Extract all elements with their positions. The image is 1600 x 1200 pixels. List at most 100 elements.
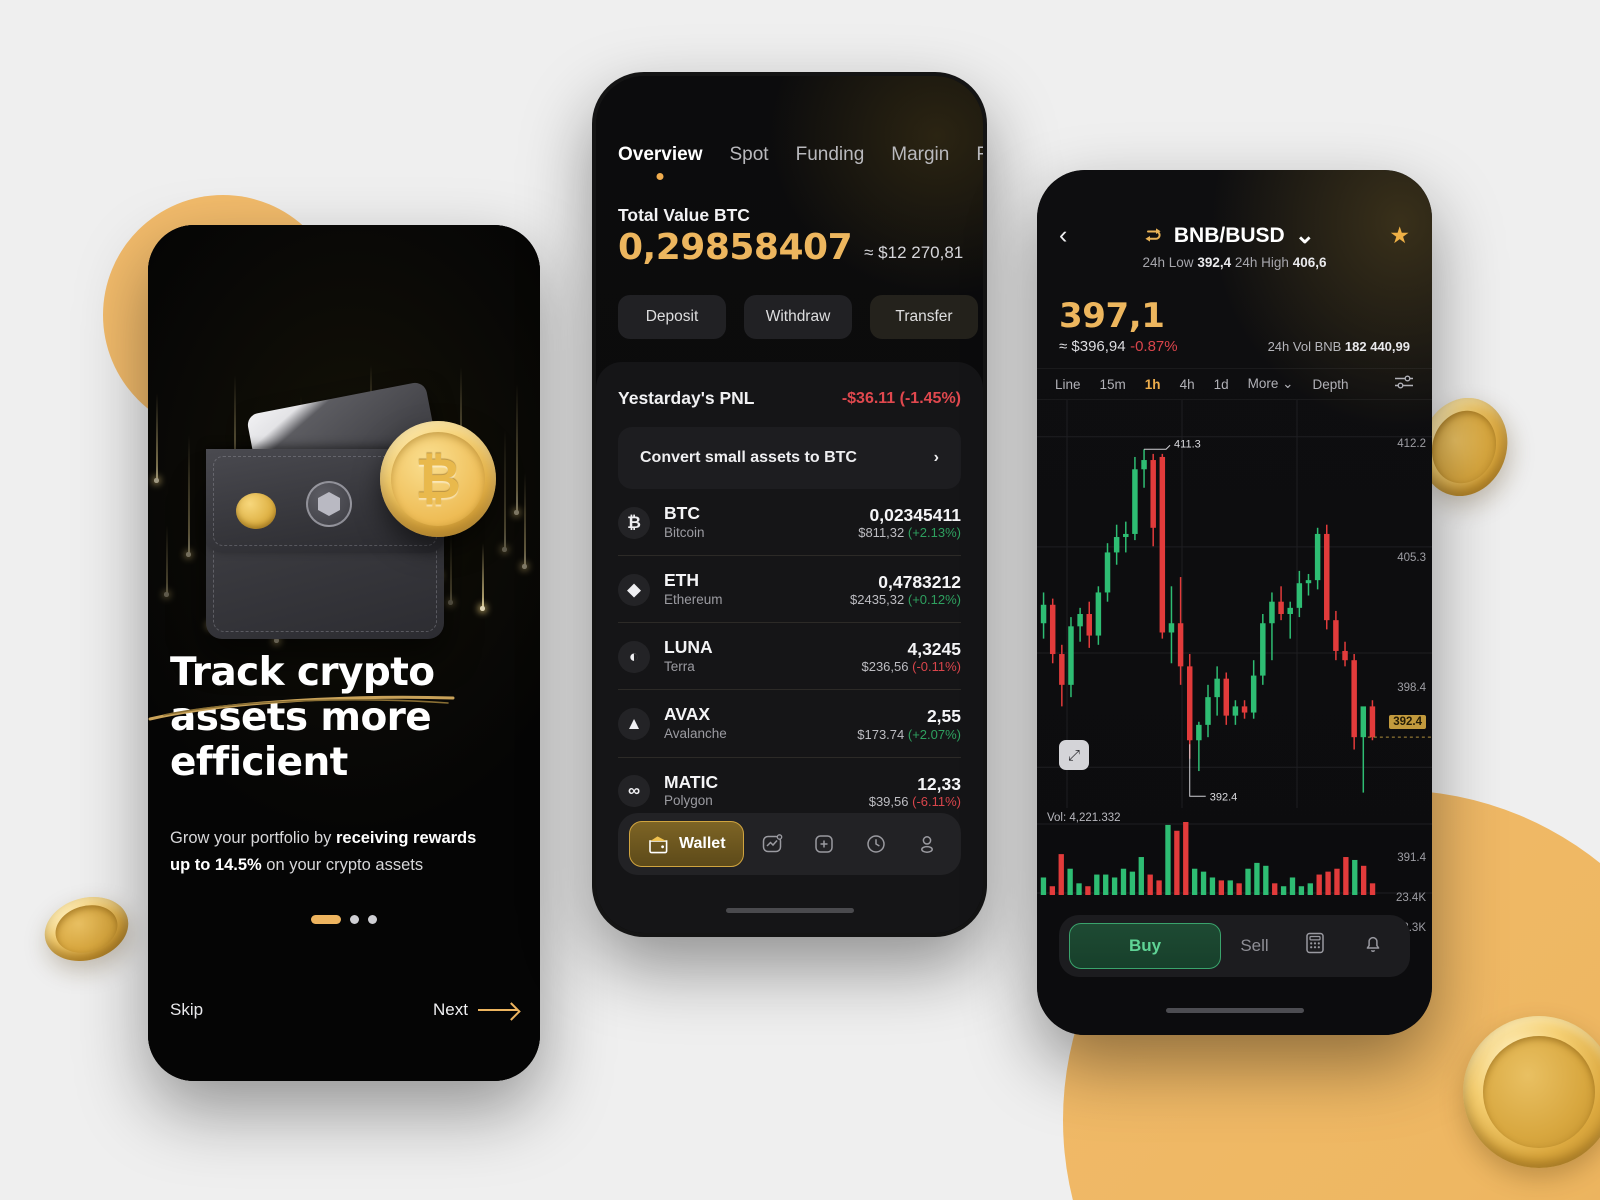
buy-button[interactable]: Buy [1069, 923, 1221, 969]
asset-fiat-value: $2435,32 [850, 592, 905, 608]
favorite-star-icon[interactable]: ★ [1389, 222, 1410, 249]
onboarding-phone: ₿ Track crypto assets more efficient Gro… [148, 225, 540, 1081]
alert-button[interactable] [1346, 931, 1400, 961]
pair-label: BNB/BUSD [1173, 223, 1285, 247]
skip-button[interactable]: Skip [170, 1000, 203, 1020]
asset-name: Ethereum [664, 591, 723, 607]
timeframe-15m[interactable]: 15m [1100, 377, 1126, 392]
volume-readout: Vol: 4,221.332 [1047, 812, 1121, 824]
transfer-button[interactable]: Transfer [870, 295, 978, 339]
nav-item-markets[interactable] [750, 832, 796, 856]
asset-row[interactable]: ▲ AVAX Avalanche 2,55 $173.74 (+2.07%) [618, 690, 961, 758]
chart-icon [763, 834, 783, 853]
asset-name: Bitcoin [664, 524, 705, 540]
tab-funding[interactable]: Funding [796, 144, 865, 166]
timeframe-1d[interactable]: 1d [1214, 377, 1229, 392]
trading-phone: ‹ BNB/BUSD ⌄ ★ 24h Low 392,4 24h High 40… [1037, 170, 1432, 1035]
withdraw-button[interactable]: Withdraw [744, 295, 852, 339]
wallet-tab-bar: Overview Spot Funding Margin Futur [618, 144, 983, 166]
chevron-right-icon: › [933, 449, 939, 466]
volume-label: 24h Vol BNB [1267, 339, 1342, 355]
timeframe-4h[interactable]: 4h [1180, 377, 1195, 392]
asset-names: ETH Ethereum [664, 571, 836, 608]
volume-chart [1037, 810, 1432, 915]
pagination-dot-1[interactable] [311, 915, 341, 924]
sell-button[interactable]: Sell [1225, 936, 1284, 956]
bell-icon [1366, 936, 1380, 952]
candlestick-chart[interactable]: 411.3 392.4 [1037, 400, 1432, 808]
tab-label: Overview [618, 144, 703, 165]
timeframe-depth[interactable]: Depth [1312, 377, 1348, 392]
svg-text:411.3: 411.3 [1174, 438, 1201, 450]
chart-settings-button[interactable] [1394, 374, 1414, 395]
asset-row[interactable]: ◆ ETH Ethereum 0,4783212 $2435,32 (+0.12%) [618, 556, 961, 624]
timeframe-more[interactable]: More ⌄ [1248, 376, 1294, 392]
asset-symbol: BTC [664, 503, 700, 523]
svg-text:392.4: 392.4 [1210, 791, 1238, 803]
asset-symbol: AVAX [664, 704, 711, 725]
spark-icon [522, 473, 527, 569]
subtitle-post: on your crypto assets [261, 855, 424, 874]
asset-values: 0,4783212 $2435,32 (+0.12%) [850, 572, 961, 607]
timeframe-line[interactable]: Line [1055, 377, 1081, 392]
asset-fiat: $2435,32 (+0.12%) [850, 592, 961, 607]
asset-symbol: ETH [664, 570, 699, 591]
pagination-dot-2[interactable] [350, 915, 359, 924]
tab-spot[interactable]: Spot [730, 144, 769, 166]
decor-coin-left [37, 887, 136, 971]
asset-row[interactable]: ₿ BTC Bitcoin 0,02345411 $811,32 (+2.13%) [618, 489, 961, 557]
calculator-icon [1306, 932, 1324, 954]
tab-overview[interactable]: Overview [618, 144, 703, 166]
swap-icon [1145, 227, 1161, 242]
spark-icon [186, 435, 191, 557]
spark-icon [154, 393, 159, 483]
tab-margin[interactable]: Margin [891, 144, 949, 166]
tab-futur[interactable]: Futur [976, 144, 983, 166]
back-button[interactable]: ‹ [1059, 223, 1067, 248]
fullscreen-expand-button[interactable]: ⤢ [1059, 740, 1089, 770]
nav-item-history[interactable] [853, 832, 899, 856]
asset-row[interactable]: ◐ LUNA Terra 4,3245 $236,56 (-0.11%) [618, 623, 961, 691]
chevron-down-icon: ⌄ [1294, 221, 1315, 249]
clock-icon [866, 835, 885, 853]
asset-amount: 0,02345411 [869, 505, 962, 525]
nav-item-profile[interactable] [904, 832, 950, 856]
arrow-right-icon [478, 1009, 518, 1011]
low-value: 392,4 [1197, 255, 1232, 270]
onboarding-subtitle: Grow your portfolio by receiving rewards… [170, 825, 500, 878]
asset-fiat: $236,56 (-0.11%) [861, 659, 961, 674]
asset-list: ₿ BTC Bitcoin 0,02345411 $811,32 (+2.13%) ◆ ET… [618, 489, 961, 824]
nav-wallet-label: Wallet [679, 835, 726, 852]
wallet-phone: Overview Spot Funding Margin Futur Total Val… [592, 72, 987, 937]
convert-small-assets-button[interactable]: Convert small assets to BTC › [618, 427, 961, 489]
asset-names: MATIC Polygon [664, 771, 855, 810]
plus-icon [815, 835, 833, 853]
asset-values: 4,3245 $236,56 (-0.11%) [861, 639, 961, 674]
trade-action-bar: Buy Sell [1059, 915, 1410, 977]
asset-change: (+2.07%) [907, 726, 961, 742]
asset-symbol: MATIC [664, 771, 719, 792]
asset-values: 0,02345411 $811,32 (+2.13%) [858, 505, 961, 540]
deposit-button[interactable]: Deposit [618, 295, 726, 339]
candlestick-svg: 411.3 392.4 [1037, 400, 1432, 808]
calculator-button[interactable] [1288, 931, 1342, 961]
timeframe-bar: Line 15m 1h 4h 1d More ⌄ Depth [1037, 368, 1432, 400]
nav-item-wallet[interactable]: Wallet [629, 821, 744, 867]
timeframe-1h[interactable]: 1h [1145, 377, 1161, 392]
pair-selector[interactable]: BNB/BUSD ⌄ [1142, 221, 1315, 249]
pagination-dot-3[interactable] [368, 915, 377, 924]
btc-icon: ₿ [618, 506, 650, 539]
24h-range: 24h Low 392,4 24h High 406,6 [1059, 255, 1410, 270]
bottom-navigation: Wallet [618, 813, 961, 875]
nav-item-add[interactable] [801, 832, 847, 856]
headline-line-2: assets more [170, 695, 432, 741]
tab-label: Funding [795, 144, 865, 165]
next-button[interactable]: Next [433, 1000, 518, 1020]
high-value: 406,6 [1292, 255, 1327, 270]
wallet-icon [649, 835, 668, 853]
pnl-value: -$36.11 (-1.45%) [841, 389, 961, 407]
matic-icon: ∞ [618, 775, 650, 808]
luna-icon: ◐ [618, 640, 650, 673]
bitcoin-symbol: ₿ [415, 447, 461, 510]
spark-icon [502, 430, 507, 552]
